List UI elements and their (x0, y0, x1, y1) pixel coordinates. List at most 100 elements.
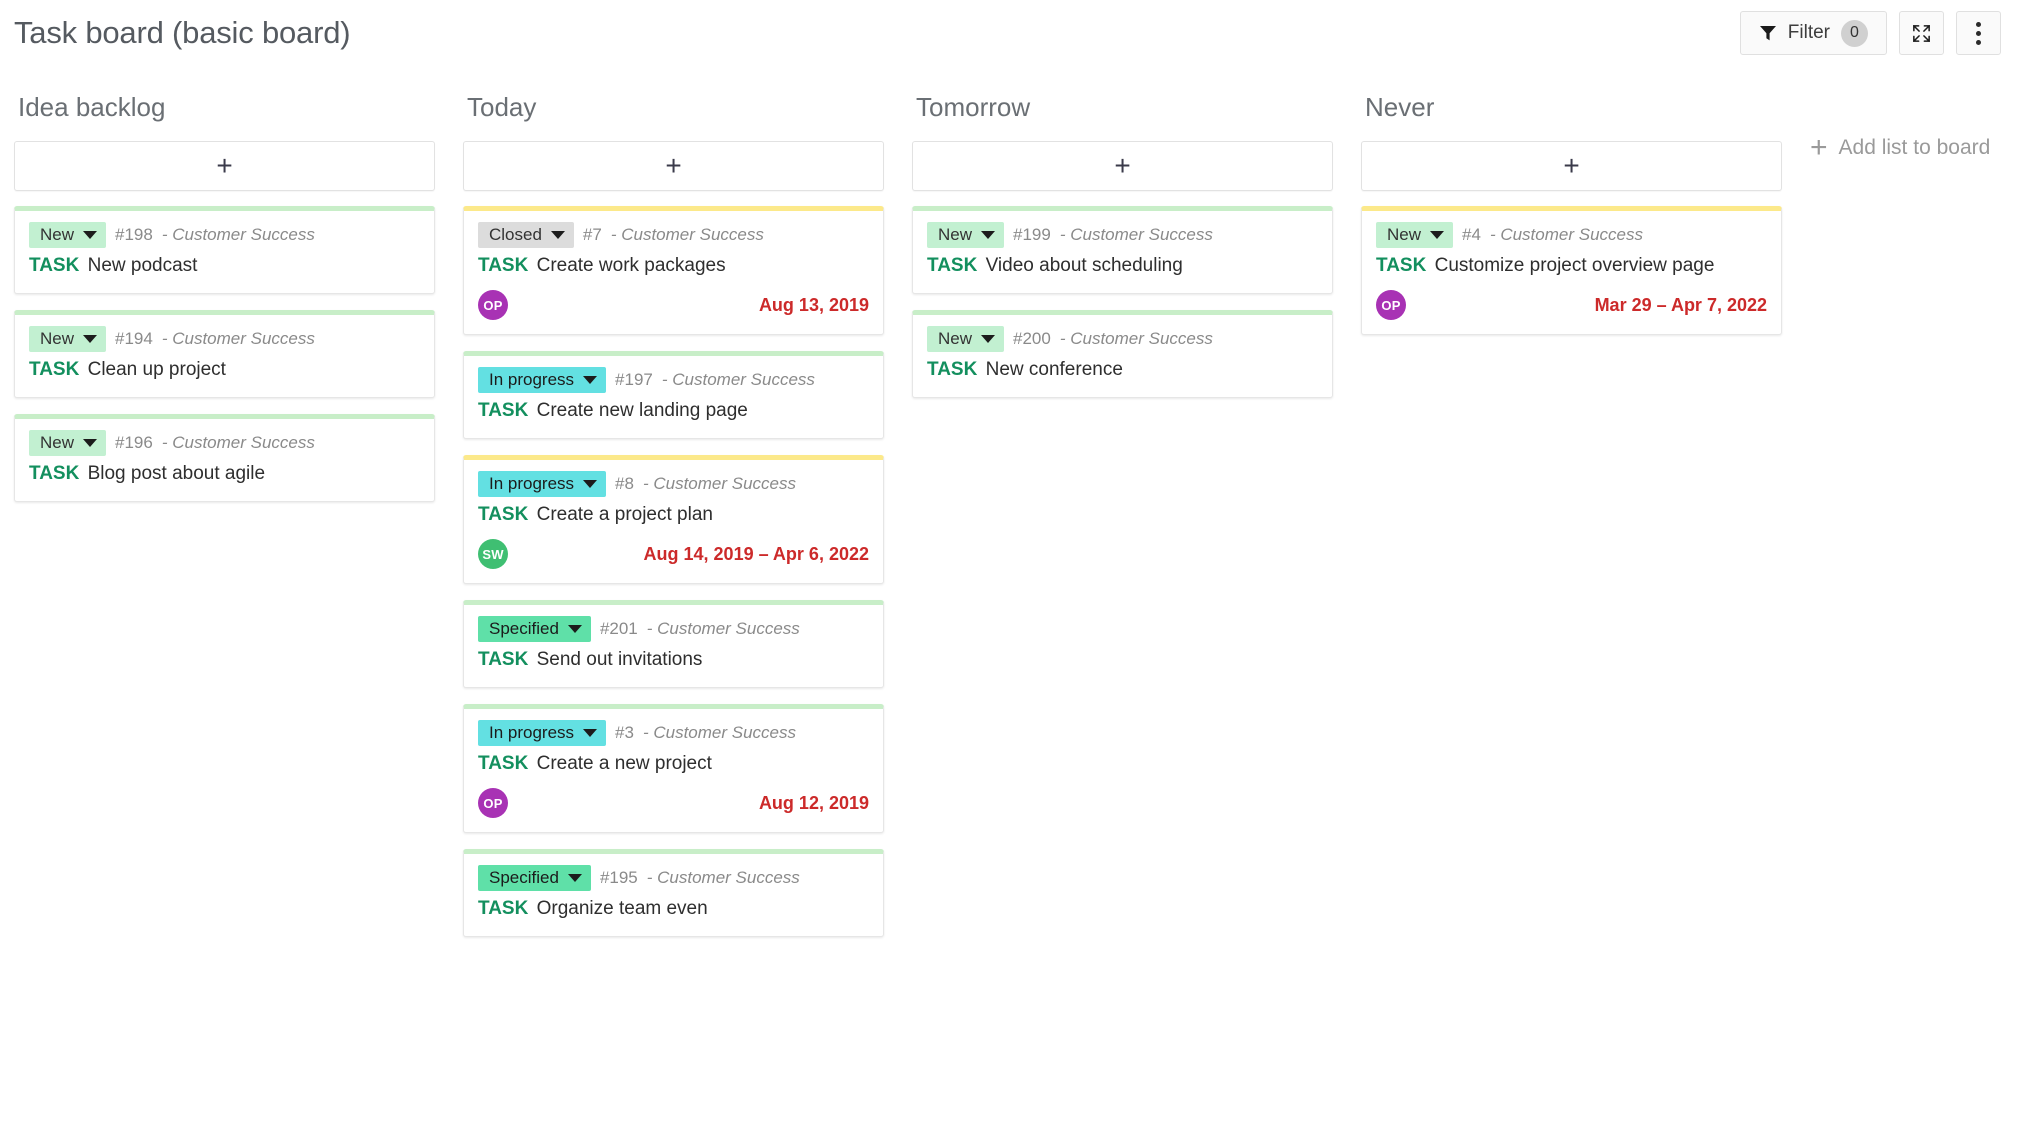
card-meta-row: In progress #8 - Customer Success (478, 471, 869, 497)
issue-id[interactable]: #194 (115, 329, 153, 349)
status-label: In progress (489, 723, 575, 742)
card-subject[interactable]: TASK Organize team even (478, 896, 869, 921)
issue-id[interactable]: #3 (615, 723, 634, 743)
status-badge[interactable]: In progress (478, 367, 607, 393)
add-card-button[interactable]: + (14, 141, 435, 191)
status-label: New (1387, 225, 1422, 244)
card-meta-row: In progress #3 - Customer Success (478, 720, 869, 746)
card-subject-text: Create work packages (536, 255, 726, 276)
add-card-button[interactable]: + (1361, 141, 1782, 191)
issue-id[interactable]: #7 (583, 225, 602, 245)
work-package-type: TASK (29, 255, 80, 276)
card-subject[interactable]: TASK Create new landing page (478, 398, 869, 423)
add-card-button[interactable]: + (912, 141, 1333, 191)
issue-id[interactable]: #198 (115, 225, 153, 245)
card-meta-row: New #199 - Customer Success (927, 222, 1318, 248)
issue-id[interactable]: #197 (615, 370, 653, 390)
add-list-label: Add list to board (1838, 136, 1991, 159)
chevron-down-icon (981, 335, 996, 343)
add-card-button[interactable]: + (463, 141, 884, 191)
task-card[interactable]: Specified #195 - Customer Success TASK Orga… (463, 849, 884, 937)
status-badge[interactable]: Specified (478, 865, 591, 891)
card-footer: SW Aug 14, 2019 – Apr 6, 2022 (478, 539, 869, 569)
card-subject[interactable]: TASK New podcast (29, 253, 420, 278)
work-package-type: TASK (927, 255, 978, 276)
issue-id[interactable]: #199 (1013, 225, 1051, 245)
due-date[interactable]: Mar 29 – Apr 7, 2022 (1595, 295, 1767, 316)
issue-id[interactable]: #196 (115, 433, 153, 453)
status-label: New (40, 329, 75, 348)
status-badge[interactable]: New (29, 430, 107, 456)
status-badge[interactable]: New (29, 326, 107, 352)
issue-id[interactable]: #195 (600, 868, 638, 888)
work-package-type: TASK (478, 898, 529, 919)
card-subject-text: Blog post about agile (87, 463, 266, 484)
status-badge[interactable]: New (927, 222, 1005, 248)
filter-label: Filter (1787, 22, 1830, 43)
status-badge[interactable]: New (1376, 222, 1454, 248)
column-title: Tomorrow (916, 92, 1031, 122)
card-meta-row: New #194 - Customer Success (29, 326, 420, 352)
card-subject[interactable]: TASK Create a new project (478, 751, 869, 776)
card-subject[interactable]: TASK Create work packages (478, 253, 869, 278)
card-subject[interactable]: TASK Video about scheduling (927, 253, 1318, 278)
plus-icon: + (665, 150, 682, 181)
project-name: - Customer Success (161, 329, 315, 348)
status-label: Closed (489, 225, 542, 244)
task-card[interactable]: In progress #8 - Customer Success TASK Crea… (463, 455, 884, 584)
due-date[interactable]: Aug 13, 2019 (759, 295, 869, 316)
card-subject-text: Create a new project (536, 753, 712, 774)
project-name: - Customer Success (610, 225, 764, 244)
status-label: New (40, 433, 75, 452)
avatar[interactable]: OP (478, 788, 508, 818)
status-badge[interactable]: In progress (478, 471, 607, 497)
avatar[interactable]: SW (478, 539, 508, 569)
chevron-down-icon (583, 376, 598, 384)
filter-button[interactable]: Filter 0 (1739, 11, 1887, 55)
avatar[interactable]: OP (478, 290, 508, 320)
due-date[interactable]: Aug 12, 2019 (759, 793, 869, 814)
kebab-menu-icon (1976, 21, 1981, 45)
task-card[interactable]: New #199 - Customer Success TASK Video abou… (912, 206, 1333, 294)
issue-id[interactable]: #201 (600, 619, 638, 639)
card-subject[interactable]: TASK Create a project plan (478, 502, 869, 527)
issue-id[interactable]: #200 (1013, 329, 1051, 349)
status-badge[interactable]: In progress (478, 720, 607, 746)
task-card[interactable]: In progress #3 - Customer Success TASK Crea… (463, 704, 884, 833)
work-package-type: TASK (478, 504, 529, 525)
status-label: Specified (489, 868, 559, 887)
issue-id[interactable]: #4 (1462, 225, 1481, 245)
task-card[interactable]: Specified #201 - Customer Success TASK Send… (463, 600, 884, 688)
card-subject[interactable]: TASK Blog post about agile (29, 461, 420, 486)
status-badge[interactable]: New (927, 326, 1005, 352)
task-card[interactable]: New #196 - Customer Success TASK Blog post … (14, 414, 435, 502)
card-subject[interactable]: TASK Clean up project (29, 357, 420, 382)
task-card[interactable]: New #4 - Customer Success TASK Customize pr… (1361, 206, 1782, 335)
task-card[interactable]: New #194 - Customer Success TASK Clean up p… (14, 310, 435, 398)
card-meta-row: New #198 - Customer Success (29, 222, 420, 248)
status-badge[interactable]: Closed (478, 222, 574, 248)
project-name: - Customer Success (646, 868, 800, 887)
add-list-to-board-button[interactable]: + Add list to board (1810, 133, 1990, 163)
card-subject[interactable]: TASK New conference (927, 357, 1318, 382)
status-badge[interactable]: Specified (478, 616, 591, 642)
card-meta-row: New #200 - Customer Success (927, 326, 1318, 352)
chevron-down-icon (981, 231, 996, 239)
issue-id[interactable]: #8 (615, 474, 634, 494)
card-subject[interactable]: TASK Send out invitations (478, 647, 869, 672)
task-card[interactable]: New #200 - Customer Success TASK New confer… (912, 310, 1333, 398)
work-package-type: TASK (478, 255, 529, 276)
task-card[interactable]: Closed #7 - Customer Success TASK Create wo… (463, 206, 884, 335)
avatar[interactable]: OP (1376, 290, 1406, 320)
due-date[interactable]: Aug 14, 2019 – Apr 6, 2022 (644, 544, 869, 565)
work-package-type: TASK (478, 649, 529, 670)
fullscreen-button[interactable] (1899, 11, 1944, 55)
status-badge[interactable]: New (29, 222, 107, 248)
funnel-icon (1759, 24, 1777, 42)
status-label: New (40, 225, 75, 244)
plus-icon: + (1114, 150, 1131, 181)
task-card[interactable]: New #198 - Customer Success TASK New podcas… (14, 206, 435, 294)
task-card[interactable]: In progress #197 - Customer Success TASK Cr… (463, 351, 884, 439)
more-menu-button[interactable] (1956, 11, 2001, 55)
card-subject[interactable]: TASK Customize project overview page (1376, 253, 1767, 278)
